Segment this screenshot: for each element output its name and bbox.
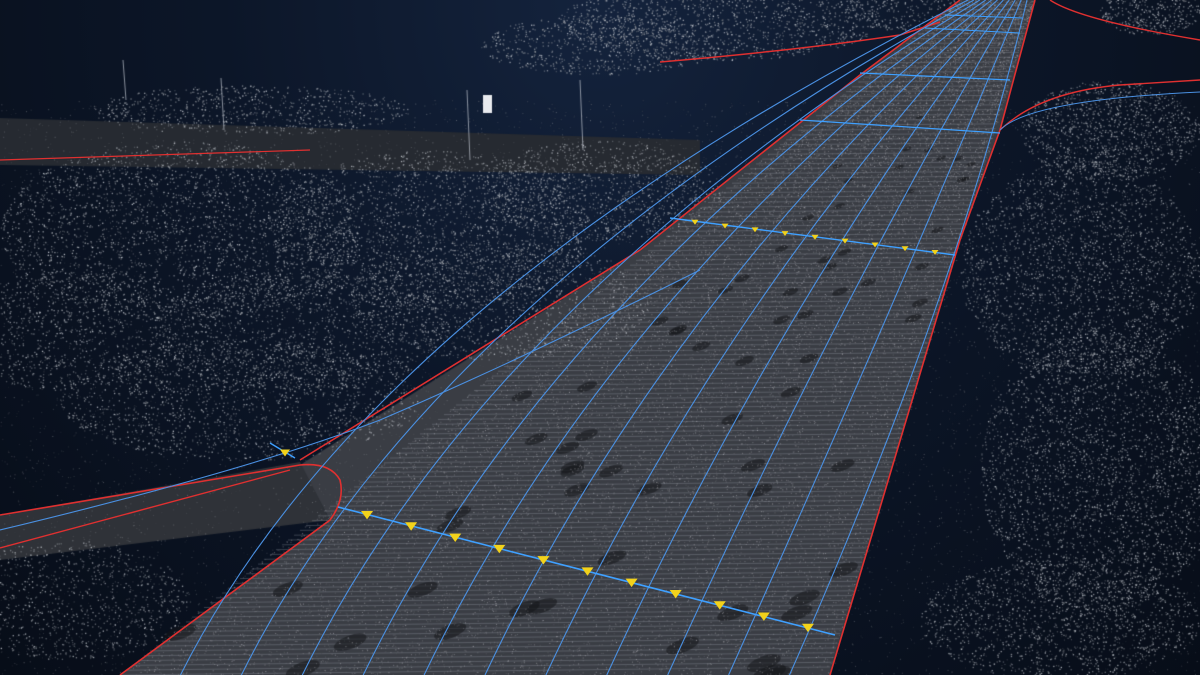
point-cloud-viewport[interactable] — [0, 0, 1200, 675]
lidar-point-cloud — [0, 0, 1200, 675]
